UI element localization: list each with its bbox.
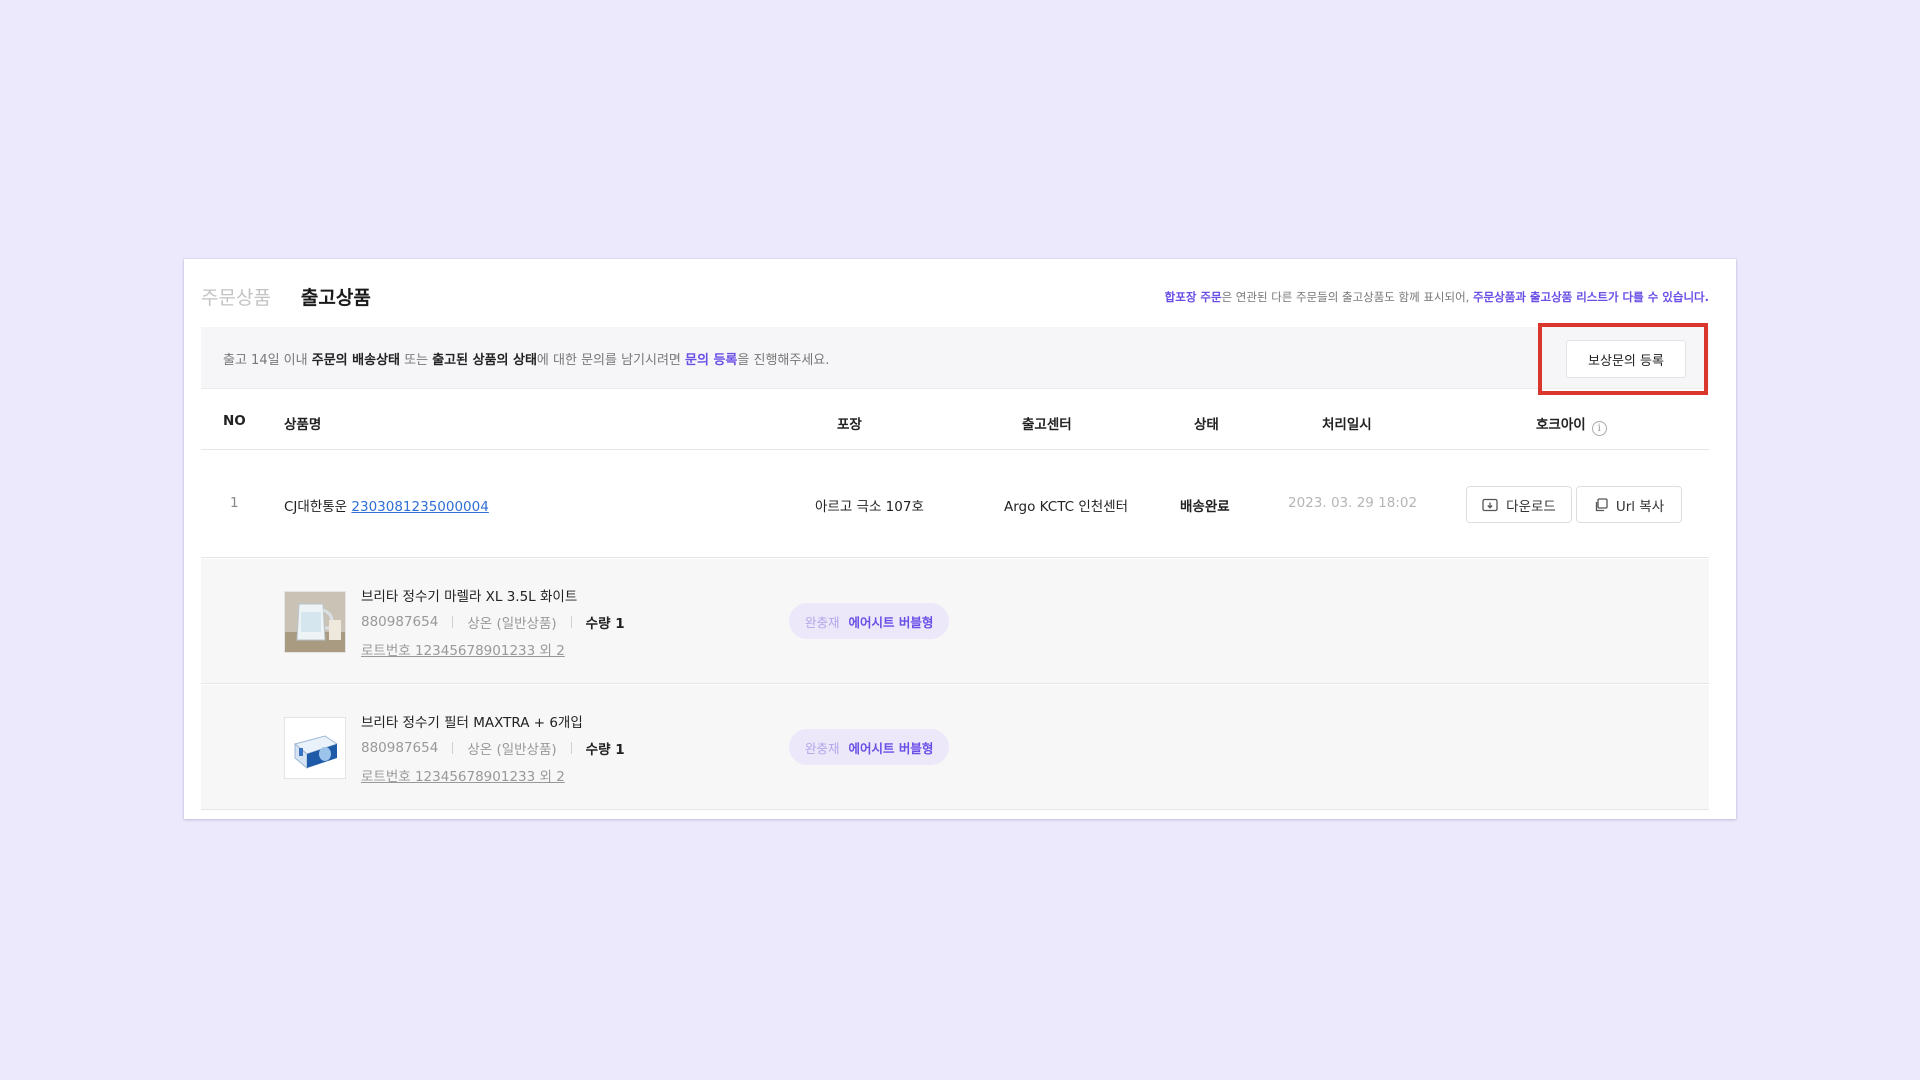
- copy-icon: [1595, 497, 1608, 511]
- quantity: 수량 1: [585, 616, 625, 632]
- tab-ordered-products[interactable]: 주문상품: [201, 283, 271, 313]
- product-meta: 880987654 상온 (일반상품) 수량 1: [361, 738, 625, 758]
- note-highlight-difference: 주문상품과 출고상품 리스트가 다를 수 있습니다.: [1473, 290, 1709, 304]
- inquiry-info-bar: 출고 14일 이내 주문의 배송상태 또는 출고된 상품의 상태에 대한 문의를…: [201, 323, 1709, 395]
- divider: [452, 616, 454, 628]
- highlight-annotation-box: [1538, 323, 1708, 395]
- cushion-label: 완충재: [805, 614, 840, 630]
- cushion-badge: 완충재 에어시트 버블형: [789, 603, 950, 639]
- col-hawkeye: 호크아이 i: [1536, 413, 1607, 436]
- col-packaging: 포장: [837, 417, 862, 433]
- lot-number-link[interactable]: 로트번호 12345678901233 외 2: [361, 639, 565, 659]
- info-icon[interactable]: i: [1591, 421, 1607, 436]
- divider: [570, 616, 572, 628]
- col-processed-at: 처리일시: [1322, 417, 1372, 433]
- inquiry-guide-text: 출고 14일 이내 주문의 배송상태 또는 출고된 상품의 상태에 대한 문의를…: [223, 349, 829, 368]
- cushion-label: 완충재: [805, 740, 840, 756]
- copy-url-button[interactable]: Url 복사: [1576, 486, 1682, 523]
- col-shipping-center: 출고센터: [1022, 417, 1072, 433]
- list-item: 브리타 정수기 마렐라 XL 3.5L 화이트 880987654 상온 (일반…: [201, 559, 1709, 684]
- col-status: 상태: [1194, 417, 1219, 433]
- cushion-badge: 완충재 에어시트 버블형: [789, 729, 950, 765]
- guide-bold-delivery-status: 주문의 배송상태: [311, 353, 400, 368]
- tab-bar: 주문상품 출고상품: [201, 283, 371, 313]
- guide-bold-item-status: 출고된 상품의 상태: [432, 353, 537, 368]
- product-thumbnail-pitcher: [284, 591, 346, 653]
- pitcher-image-icon: [285, 592, 345, 652]
- divider: [452, 742, 454, 754]
- card-content: 주문상품 출고상품 합포장 주문은 연관된 다른 주문들의 출고상품도 함께 표…: [201, 259, 1709, 819]
- carrier-name: CJ대한통운: [284, 499, 352, 515]
- product-name: 브리타 정수기 필터 MAXTRA + 6개입: [361, 715, 583, 731]
- guide-text-4: 을 진행해주세요.: [737, 353, 830, 368]
- status-badge: 배송완료: [1180, 499, 1230, 515]
- processed-date: 2023. 03. 29 18:02: [1288, 495, 1418, 511]
- shipping-center-value: Argo KCTC 인천센터: [1004, 499, 1129, 515]
- table-row: 1 CJ대한통운 2303081235000004 아르고 극소 107호 Ar…: [201, 451, 1709, 558]
- product-code: 880987654: [361, 614, 439, 630]
- product-code: 880987654: [361, 740, 439, 756]
- guide-text-2: 또는: [400, 353, 433, 368]
- quantity: 수량 1: [585, 742, 625, 758]
- note-text: 은 연관된 다른 주문들의 출고상품도 함께 표시되어,: [1221, 290, 1473, 304]
- product-meta: 880987654 상온 (일반상품) 수량 1: [361, 612, 625, 632]
- cushion-value: 에어시트 버블형: [848, 614, 934, 630]
- table-header: NO 상품명 포장 출고센터 상태 처리일시 호크아이 i: [201, 392, 1709, 450]
- storage-type: 상온 (일반상품): [467, 742, 557, 758]
- combined-package-note: 합포장 주문은 연관된 다른 주문들의 출고상품도 함께 표시되어, 주문상품과…: [1165, 289, 1709, 305]
- inquiry-register-link[interactable]: 문의 등록: [685, 353, 737, 368]
- row-number: 1: [230, 495, 239, 511]
- download-label: 다운로드: [1506, 498, 1556, 515]
- tab-shipped-products[interactable]: 출고상품: [301, 283, 371, 313]
- note-highlight-combined: 합포장 주문: [1164, 290, 1222, 304]
- shipment-card: 주문상품 출고상품 합포장 주문은 연관된 다른 주문들의 출고상품도 함께 표…: [184, 259, 1736, 819]
- packaging-value: 아르고 극소 107호: [815, 499, 924, 515]
- col-product-name: 상품명: [284, 417, 322, 433]
- filter-box-image-icon: [285, 718, 345, 778]
- download-button[interactable]: 다운로드: [1466, 486, 1572, 523]
- col-no: NO: [223, 413, 246, 429]
- col-hawkeye-label: 호크아이: [1536, 417, 1586, 433]
- tracking-number-link[interactable]: 2303081235000004: [351, 499, 488, 515]
- guide-text-3: 에 대한 문의를 남기시려면: [536, 353, 686, 368]
- product-name: 브리타 정수기 마렐라 XL 3.5L 화이트: [361, 589, 578, 605]
- guide-text-1: 출고 14일 이내: [223, 353, 312, 368]
- copy-url-label: Url 복사: [1615, 498, 1665, 515]
- list-item: 브리타 정수기 필터 MAXTRA + 6개입 880987654 상온 (일반…: [201, 685, 1709, 810]
- lot-number-link[interactable]: 로트번호 12345678901233 외 2: [361, 765, 565, 785]
- carrier-tracking: CJ대한통운 2303081235000004: [284, 495, 489, 515]
- download-image-icon: [1482, 498, 1498, 511]
- storage-type: 상온 (일반상품): [467, 616, 557, 632]
- cushion-value: 에어시트 버블형: [848, 740, 934, 756]
- divider: [570, 742, 572, 754]
- product-thumbnail-filter: [284, 717, 346, 779]
